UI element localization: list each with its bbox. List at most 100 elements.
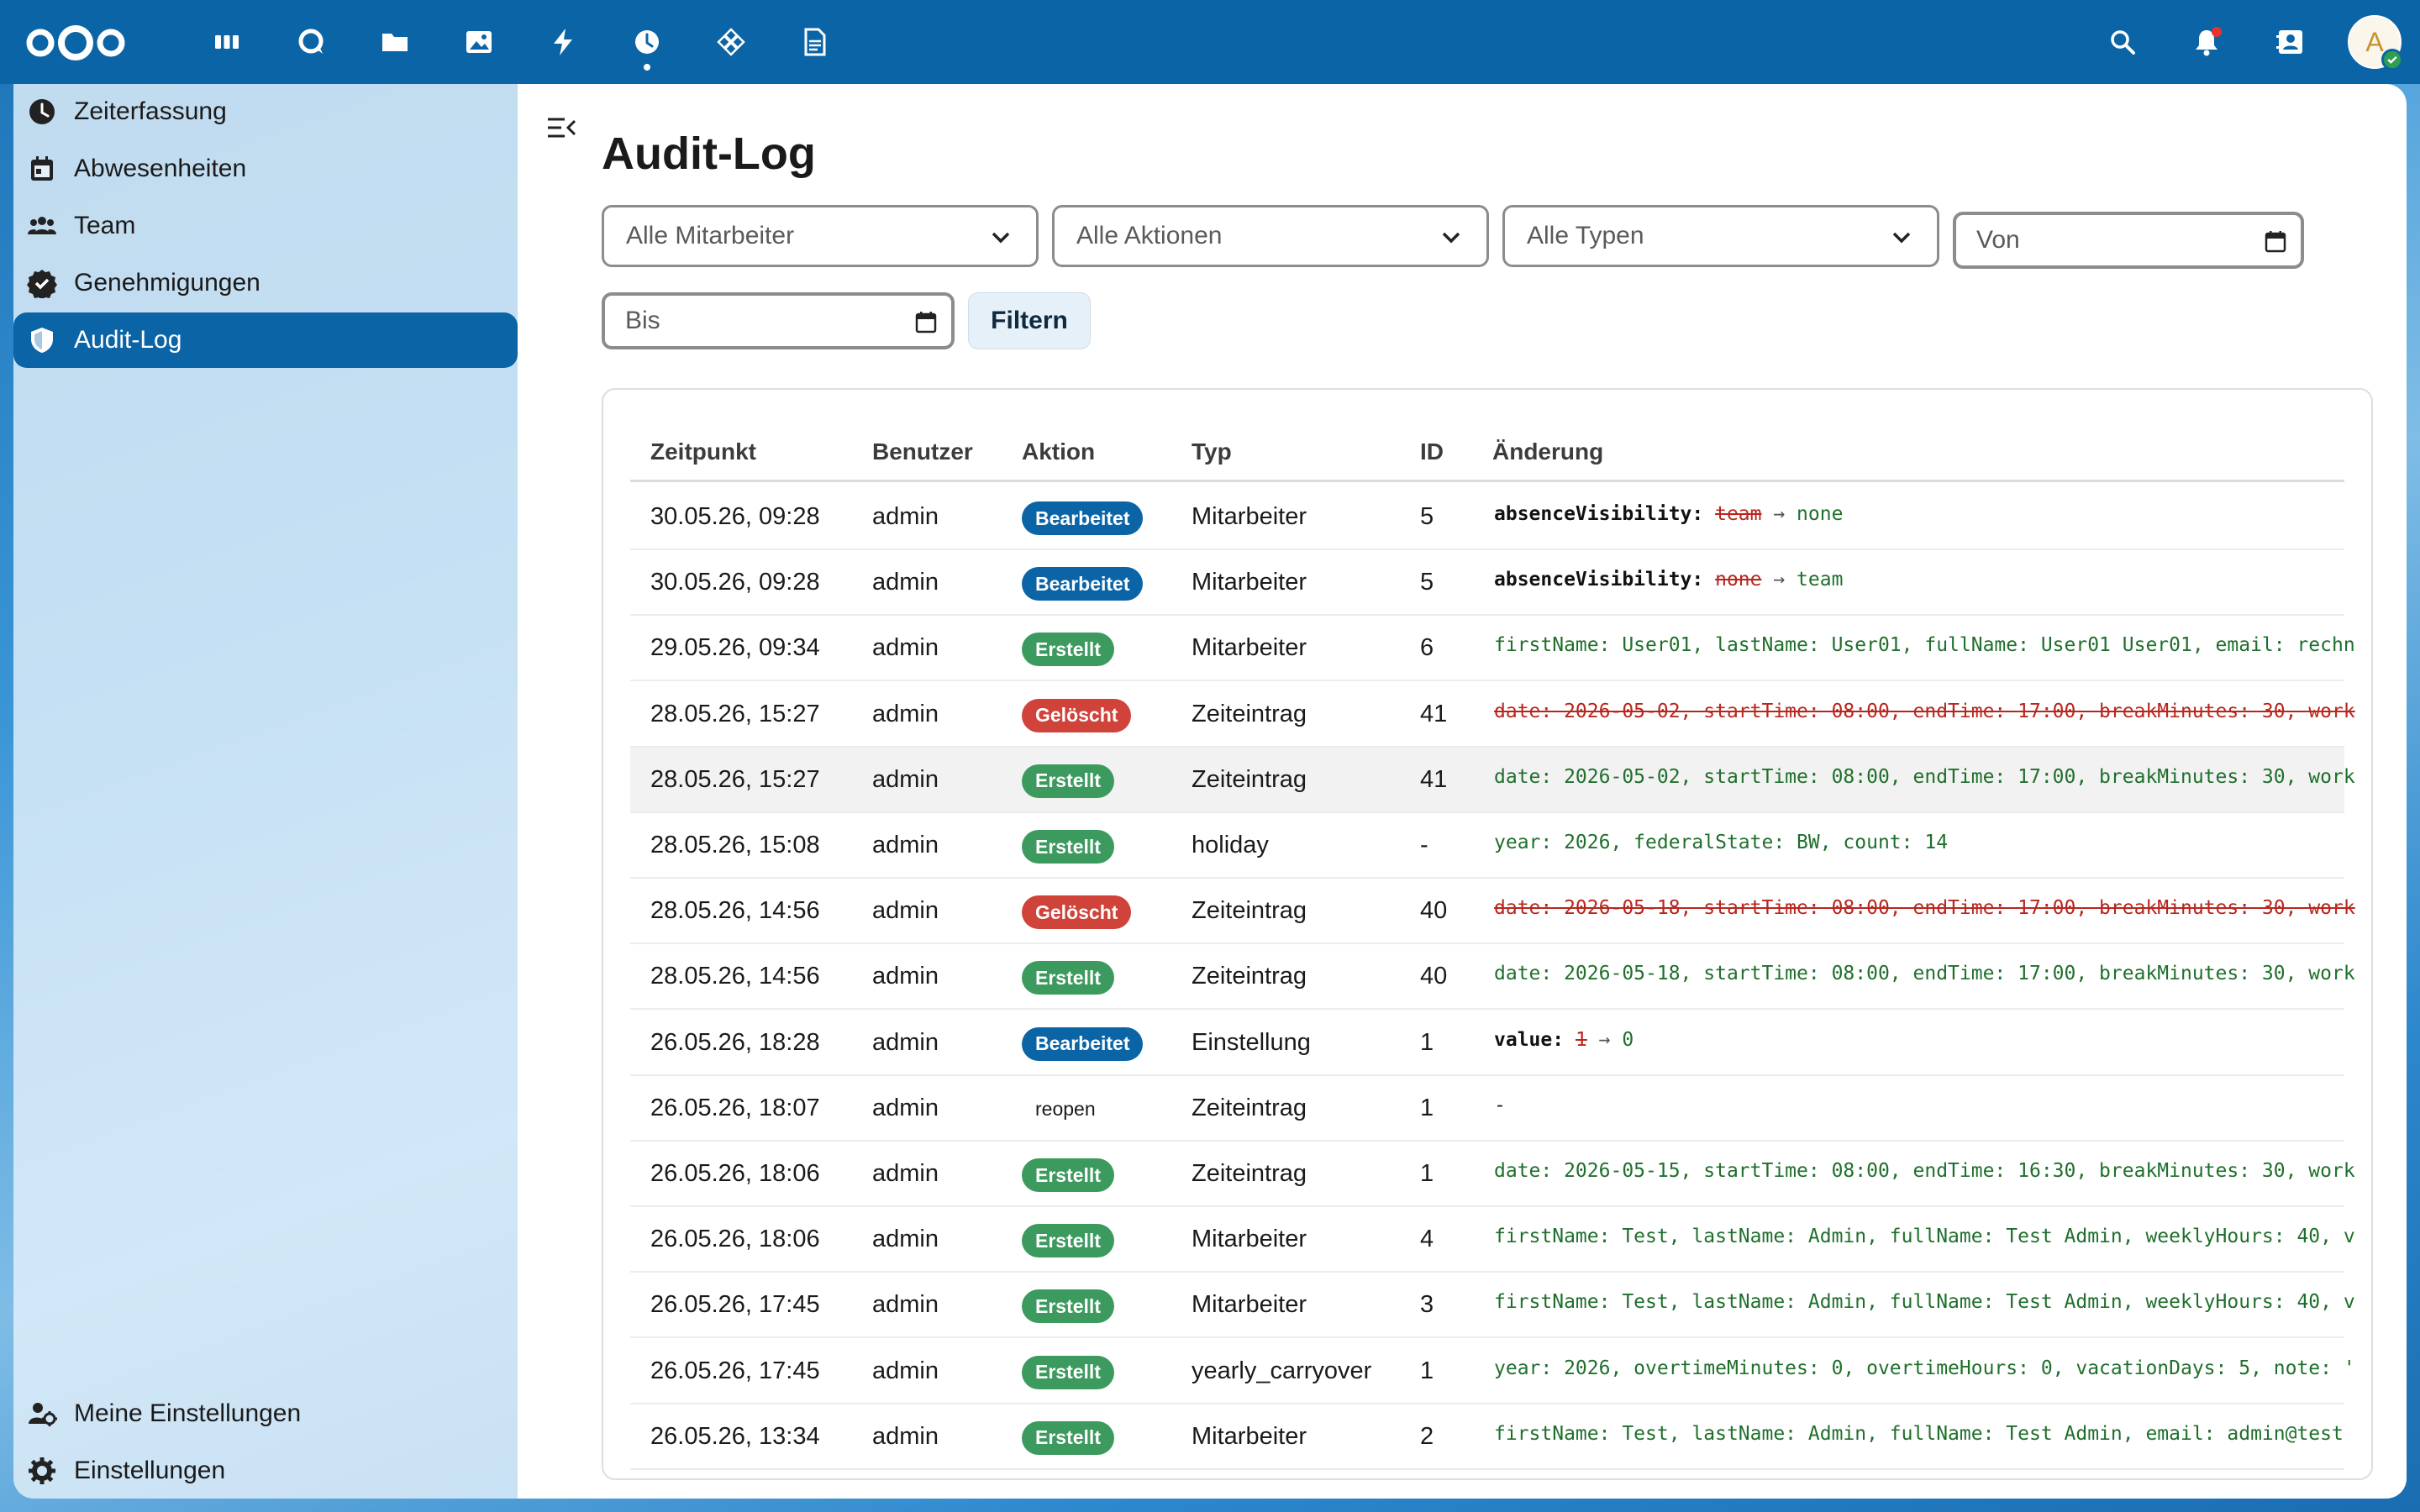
table-row[interactable]: 26.05.26, 18:06 admin Erstellt Zeiteintrag 1… bbox=[630, 1142, 2355, 1207]
notes-icon[interactable] bbox=[773, 0, 857, 84]
cell-change: year: 2026, overtimeMinutes: 0, overtime… bbox=[1494, 1357, 2355, 1379]
cell-change: firstName: Test, lastName: Admin, fullNa… bbox=[1494, 1291, 2355, 1314]
cell-change: - bbox=[1494, 1094, 1506, 1116]
change-old-value: none bbox=[1715, 569, 1762, 591]
cell-type: Zeiteintrag bbox=[1192, 765, 1307, 793]
sidebar-item-label: Meine Einstellungen bbox=[74, 1399, 302, 1427]
cell-time: 28.05.26, 14:56 bbox=[650, 963, 820, 990]
cell-change: absenceVisibility: none → team bbox=[1494, 569, 2360, 591]
table-row[interactable]: 28.05.26, 15:27 admin Erstellt Zeiteintrag 4… bbox=[630, 747, 2355, 813]
sidebar-item-einstellungen[interactable]: Einstellungen bbox=[13, 1443, 518, 1499]
table-row[interactable]: 26.05.26, 17:45 admin Erstellt Mitarbeiter 3… bbox=[630, 1273, 2355, 1339]
cell-user: admin bbox=[872, 1422, 939, 1450]
type-select[interactable]: Alle Typen bbox=[1502, 205, 1939, 267]
arrow-right-icon: → bbox=[1761, 503, 1797, 525]
table-row[interactable]: 30.05.26, 09:28 admin Bearbeitet Mitarbeite… bbox=[630, 485, 2344, 550]
cell-type: Mitarbeiter bbox=[1192, 569, 1307, 596]
cell-change: firstName: Test, lastName: Admin, fullNa… bbox=[1494, 1226, 2355, 1248]
cell-type: Zeiteintrag bbox=[1192, 963, 1307, 990]
table-row[interactable]: 28.05.26, 15:27 admin Gelöscht Zeiteintrag 4… bbox=[630, 682, 2355, 748]
column-header-zeitpunkt[interactable]: Zeitpunkt bbox=[650, 438, 756, 465]
contacts-icon[interactable] bbox=[2249, 0, 2333, 84]
cell-time: 26.05.26, 17:45 bbox=[650, 1357, 820, 1384]
app-content: Audit-Log Alle Mitarbeiter Alle Aktionen… bbox=[518, 84, 2407, 1499]
action-badge: Gelöscht bbox=[1022, 895, 1132, 930]
table-row[interactable]: 28.05.26, 14:56 admin Gelöscht Zeiteintrag 4… bbox=[630, 879, 2355, 945]
sidebar-item-label: Genehmigungen bbox=[74, 269, 260, 297]
sidebar-item-meine-einstellungen[interactable]: Meine Einstellungen bbox=[13, 1386, 518, 1441]
column-header-id[interactable]: ID bbox=[1420, 438, 1444, 465]
page-title: Audit-Log bbox=[602, 129, 816, 179]
action-badge: Erstellt bbox=[1022, 1420, 1114, 1455]
cell-type: Zeiteintrag bbox=[1192, 700, 1307, 727]
cell-user: admin bbox=[872, 1291, 939, 1319]
action-badge: Erstellt bbox=[1022, 764, 1114, 798]
action-badge: Erstellt bbox=[1022, 1158, 1114, 1192]
table-row[interactable]: 28.05.26, 15:08 admin Erstellt holiday - year… bbox=[630, 813, 2344, 879]
from-date-placeholder: Von bbox=[1976, 226, 2020, 254]
action-badge: Erstellt bbox=[1022, 633, 1114, 667]
cell-user: admin bbox=[872, 569, 939, 596]
type-select-value: Alle Typen bbox=[1527, 222, 1644, 249]
cell-time: 28.05.26, 15:27 bbox=[650, 700, 820, 727]
avatar-initial: A bbox=[2365, 26, 2384, 57]
sidebar-item-zeiterfassung[interactable]: Zeiterfassung bbox=[13, 84, 518, 139]
table-row[interactable]: 28.05.26, 14:56 admin Erstellt Zeiteintrag 4… bbox=[630, 944, 2355, 1011]
cell-user: admin bbox=[872, 1160, 939, 1187]
cell-id: 5 bbox=[1420, 503, 1434, 530]
nextcloud-logo[interactable] bbox=[24, 22, 128, 64]
calendar-icon[interactable] bbox=[913, 309, 939, 336]
column-header-aenderung[interactable]: Änderung bbox=[1492, 438, 1603, 465]
to-date-input[interactable]: Bis bbox=[602, 292, 955, 349]
cell-id: 40 bbox=[1420, 897, 1448, 925]
chevron-down-icon bbox=[992, 232, 1010, 244]
filter-button[interactable]: Filtern bbox=[968, 292, 1091, 349]
cell-user: admin bbox=[872, 1357, 939, 1384]
change-new-value: none bbox=[1797, 503, 1844, 525]
column-header-typ[interactable]: Typ bbox=[1192, 438, 1232, 465]
cell-change: date: 2026-05-15, startTime: 08:00, endT… bbox=[1494, 1160, 2355, 1182]
column-header-benutzer[interactable]: Benutzer bbox=[872, 438, 973, 465]
sidebar-toggle-icon[interactable] bbox=[543, 109, 580, 146]
table-row[interactable]: 26.05.26, 18:07 admin reopen Zeiteintrag 1 - bbox=[630, 1076, 2344, 1142]
deck-icon[interactable] bbox=[689, 0, 773, 84]
sidebar-item-team[interactable]: Team bbox=[13, 198, 518, 254]
sidebar-item-abwesenheiten[interactable]: Abwesenheiten bbox=[13, 141, 518, 197]
cell-user: admin bbox=[872, 1028, 939, 1056]
table-row[interactable]: 26.05.26, 18:06 admin Erstellt Mitarbeiter 4… bbox=[630, 1207, 2355, 1273]
table-row[interactable]: 26.05.26, 17:45 admin Erstellt yearly_carry… bbox=[630, 1339, 2355, 1404]
cell-time: 30.05.26, 09:28 bbox=[650, 569, 820, 596]
action-badge: reopen bbox=[1035, 1098, 1096, 1121]
table-row[interactable]: 26.05.26, 13:34 admin Erstellt Mitarbeiter 2… bbox=[630, 1404, 2344, 1470]
action-select-value: Alle Aktionen bbox=[1076, 222, 1223, 249]
table-row[interactable]: 26.05.26, 18:28 admin Bearbeitet Einstellun… bbox=[630, 1011, 2344, 1076]
sidebar-item-audit-log[interactable]: Audit-Log bbox=[13, 312, 518, 368]
action-select[interactable]: Alle Aktionen bbox=[1052, 205, 1489, 267]
photos-icon[interactable] bbox=[437, 0, 521, 84]
column-header-aktion[interactable]: Aktion bbox=[1022, 438, 1095, 465]
sidebar-item-genehmigungen[interactable]: Genehmigungen bbox=[13, 255, 518, 311]
change-old-value: 1 bbox=[1575, 1028, 1587, 1051]
from-date-input[interactable]: Von bbox=[1953, 212, 2304, 269]
timetracking-icon[interactable] bbox=[605, 0, 689, 84]
cell-user: admin bbox=[872, 1094, 939, 1121]
cell-id: 1 bbox=[1420, 1160, 1434, 1187]
search-icon[interactable] bbox=[2081, 0, 2165, 84]
table-row[interactable]: 30.05.26, 09:28 admin Bearbeitet Mitarbeite… bbox=[630, 550, 2344, 617]
cell-id: 1 bbox=[1420, 1028, 1434, 1056]
avatar[interactable]: A bbox=[2348, 15, 2403, 71]
notifications-icon[interactable] bbox=[2165, 0, 2249, 84]
change-old-value: team bbox=[1715, 503, 1762, 525]
calendar-icon[interactable] bbox=[2262, 228, 2289, 255]
files-icon[interactable] bbox=[353, 0, 437, 84]
to-date-placeholder: Bis bbox=[625, 307, 660, 334]
table-row[interactable]: 29.05.26, 09:34 admin Erstellt Mitarbeiter 6… bbox=[630, 616, 2355, 682]
talk-icon[interactable] bbox=[269, 0, 353, 84]
employee-select[interactable]: Alle Mitarbeiter bbox=[602, 205, 1039, 267]
cell-type: yearly_carryover bbox=[1192, 1357, 1372, 1384]
change-new-value: 0 bbox=[1622, 1028, 1634, 1051]
change-key: value: bbox=[1494, 1028, 1565, 1051]
activity-icon[interactable] bbox=[521, 0, 605, 84]
dashboard-icon[interactable] bbox=[185, 0, 269, 84]
cell-id: - bbox=[1420, 832, 1428, 858]
